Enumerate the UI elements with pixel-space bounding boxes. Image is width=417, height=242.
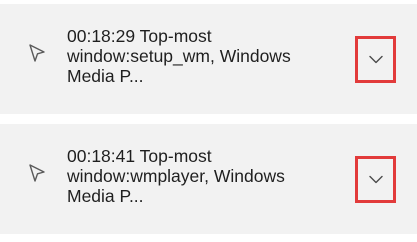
- expand-button[interactable]: [355, 36, 396, 83]
- chevron-down-icon: [369, 175, 383, 184]
- event-description: 00:18:41 Top-most window:wmplayer, Windo…: [67, 146, 285, 206]
- event-description: 00:18:29 Top-most window:setup_wm, Windo…: [67, 26, 291, 86]
- cursor-pointer-icon: [26, 162, 48, 184]
- event-card: 00:18:41 Top-most window:wmplayer, Windo…: [0, 124, 417, 234]
- event-card: 00:18:29 Top-most window:setup_wm, Windo…: [0, 4, 417, 114]
- cursor-pointer-icon: [26, 42, 48, 64]
- expand-button[interactable]: [355, 156, 396, 203]
- chevron-down-icon: [369, 55, 383, 64]
